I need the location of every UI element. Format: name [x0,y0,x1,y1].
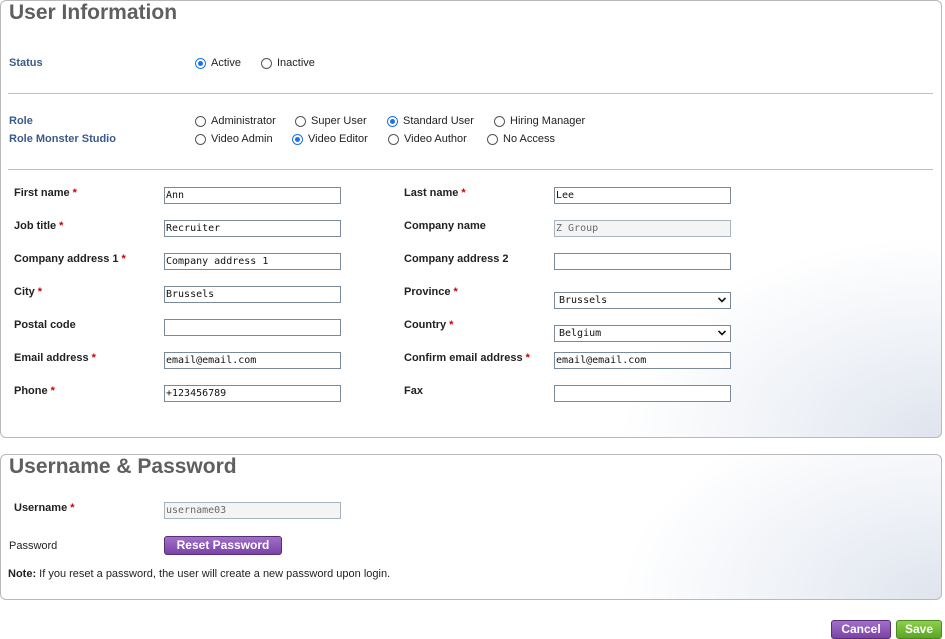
divider [8,93,933,94]
confirm-email-input[interactable]: email@email.com [554,352,731,369]
section-title: User Information [9,1,178,24]
status-inactive-radio[interactable]: Inactive [261,57,315,69]
radio-label: Inactive [277,57,315,69]
radio-button[interactable] [195,115,206,127]
radio-button[interactable] [261,57,272,69]
company-name-input: Z Group [554,220,731,237]
phone-input[interactable]: +123456789 [164,385,341,402]
postal-code-input[interactable] [164,319,341,336]
note-prefix: Note: [8,568,37,580]
studio-no-access-radio[interactable]: No Access [487,133,555,145]
username-label: Username * [14,502,75,514]
province-label: Province * [404,286,458,298]
radio-label: Administrator [211,115,276,127]
company-address-1-input[interactable]: Company address 1 [164,253,341,270]
city-label: City * [14,286,43,298]
radio-label: Hiring Manager [510,115,586,127]
role-super-user-radio[interactable]: Super User [295,115,367,127]
company-address-2-label: Company address 2 [404,253,509,265]
radio-label: Standard User [403,115,474,127]
chevron-down-icon [718,297,726,303]
studio-video-author-radio[interactable]: Video Author [388,133,467,145]
password-label: Password [9,540,58,552]
radio-label: Video Admin [211,133,273,145]
country-label: Country * [404,319,454,331]
first-name-input[interactable]: Ann [164,187,341,204]
confirm-email-label: Confirm email address * [404,352,530,364]
first-name-label: First name * [14,187,77,199]
role-label: Role [9,115,33,127]
country-selected-value: Belgium [559,328,602,339]
studio-video-admin-radio[interactable]: Video Admin [195,133,273,145]
radio-label: Video Author [404,133,467,145]
save-button[interactable]: Save [896,620,942,639]
company-address-2-input[interactable] [554,253,731,270]
radio-label: No Access [503,133,555,145]
last-name-input[interactable]: Lee [554,187,731,204]
password-note: Note: If you reset a password, the user … [8,568,390,580]
city-input[interactable]: Brussels [164,286,341,303]
radio-button[interactable] [295,115,306,127]
fax-input[interactable] [554,385,731,402]
role-hiring-manager-radio[interactable]: Hiring Manager [494,115,585,127]
role-monster-studio-label: Role Monster Studio [9,133,116,145]
cancel-button[interactable]: Cancel [831,620,891,639]
company-name-label: Company name [404,220,486,232]
postal-code-label: Postal code [14,319,76,331]
radio-button[interactable] [494,115,505,127]
role-standard-user-radio[interactable]: Standard User [387,115,474,127]
role-administrator-radio[interactable]: Administrator [195,115,276,127]
job-title-label: Job title * [14,220,64,232]
job-title-input[interactable]: Recruiter [164,220,341,237]
last-name-label: Last name * [404,187,466,199]
reset-password-button[interactable]: Reset Password [164,536,282,555]
status-label: Status [9,57,43,69]
phone-label: Phone * [14,385,55,397]
country-select[interactable]: Belgium [554,325,731,342]
radio-button[interactable] [292,133,303,145]
radio-button[interactable] [487,133,498,145]
status-active-radio[interactable]: Active [195,57,241,69]
fax-label: Fax [404,385,423,397]
studio-video-editor-radio[interactable]: Video Editor [292,133,368,145]
radio-button[interactable] [388,133,399,145]
username-input: username03 [164,502,341,519]
email-input[interactable]: email@email.com [164,352,341,369]
user-information-panel: User Information [0,0,942,438]
radio-label: Active [211,57,241,69]
note-text: If you reset a password, the user will c… [39,568,391,580]
radio-button[interactable] [195,133,206,145]
province-select[interactable]: Brussels [554,292,731,309]
radio-button[interactable] [387,115,398,127]
radio-button[interactable] [195,57,206,69]
radio-label: Video Editor [308,133,368,145]
company-address-1-label: Company address 1 * [14,253,126,265]
divider [8,169,933,170]
radio-label: Super User [311,115,367,127]
chevron-down-icon [718,330,726,336]
email-label: Email address * [14,352,96,364]
province-selected-value: Brussels [559,295,608,306]
section-title: Username & Password [9,455,237,478]
